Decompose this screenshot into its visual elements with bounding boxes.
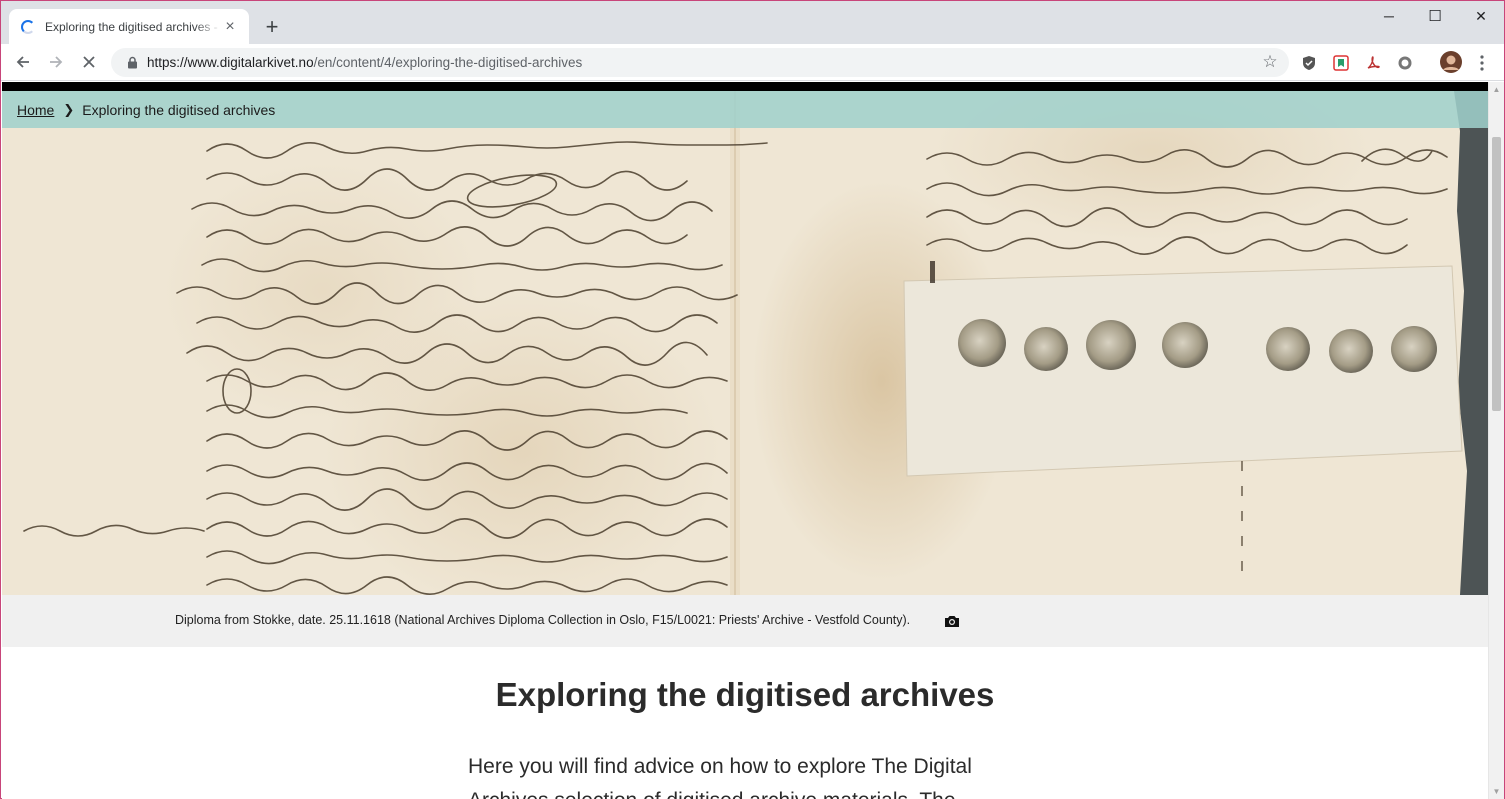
scroll-thumb[interactable] [1492,137,1501,411]
new-tab-button[interactable]: + [259,14,285,40]
browser-toolbar: https://www.digitalarkivet.no/en/content… [1,44,1504,81]
menu-icon[interactable] [1472,53,1492,73]
address-bar[interactable]: https://www.digitalarkivet.no/en/content… [111,48,1289,77]
manuscript-image [2,91,1488,595]
pdf-extension-icon[interactable] [1363,53,1383,73]
tab-title: Exploring the digitised archives - [45,19,218,34]
shield-extension-icon[interactable] [1299,53,1319,73]
browser-tab[interactable]: Exploring the digitised archives - × [9,9,249,44]
url-path: /en/content/4/exploring-the-digitised-ar… [313,55,583,70]
stop-icon [83,56,95,68]
url-text: https://www.digitalarkivet.no/en/content… [147,55,582,70]
minimize-button[interactable]: ─ [1366,1,1412,31]
page-title: Exploring the digitised archives [495,676,995,713]
url-host: https://www.digitalarkivet.no [147,55,314,70]
scroll-up-arrow-icon[interactable]: ▲ [1489,82,1504,97]
breadcrumb: Home ❯ Exploring the digitised archives [2,91,1488,128]
record-extension-icon[interactable] [1395,53,1415,73]
close-window-button[interactable]: ✕ [1458,1,1504,31]
tab-close-button[interactable]: × [221,18,239,36]
bookmark-extension-icon[interactable] [1331,53,1351,73]
lead-paragraph: Here you will find advice on how to expl… [468,755,972,799]
loading-spinner-icon [21,19,35,34]
image-caption: Diploma from Stokke, date. 25.11.1618 (N… [175,613,911,627]
profile-avatar[interactable] [1440,51,1462,73]
camera-icon[interactable] [944,614,960,628]
chevron-right-icon: ❯ [63,101,75,117]
hero-image [2,91,1488,595]
scroll-down-arrow-icon[interactable]: ▼ [1489,784,1504,799]
forward-icon [50,56,63,68]
star-icon[interactable]: ☆ [1261,53,1279,71]
page-content: Home ❯ Exploring the digitised archives … [2,82,1488,799]
tab-strip: Exploring the digitised archives - × + ─… [1,1,1504,44]
stop-button[interactable] [75,48,103,76]
back-icon [16,56,29,68]
lock-icon [117,56,147,69]
image-caption-bar: Diploma from Stokke, date. 25.11.1618 (N… [2,595,1488,647]
forward-button[interactable] [42,48,70,76]
page-scrollbar[interactable]: ▲ ▼ [1488,82,1504,799]
maximize-button[interactable]: ☐ [1412,1,1458,31]
breadcrumb-home-link[interactable]: Home [17,102,54,118]
back-button[interactable] [9,48,37,76]
site-header-bar [2,82,1488,91]
breadcrumb-current: Exploring the digitised archives [82,101,276,118]
